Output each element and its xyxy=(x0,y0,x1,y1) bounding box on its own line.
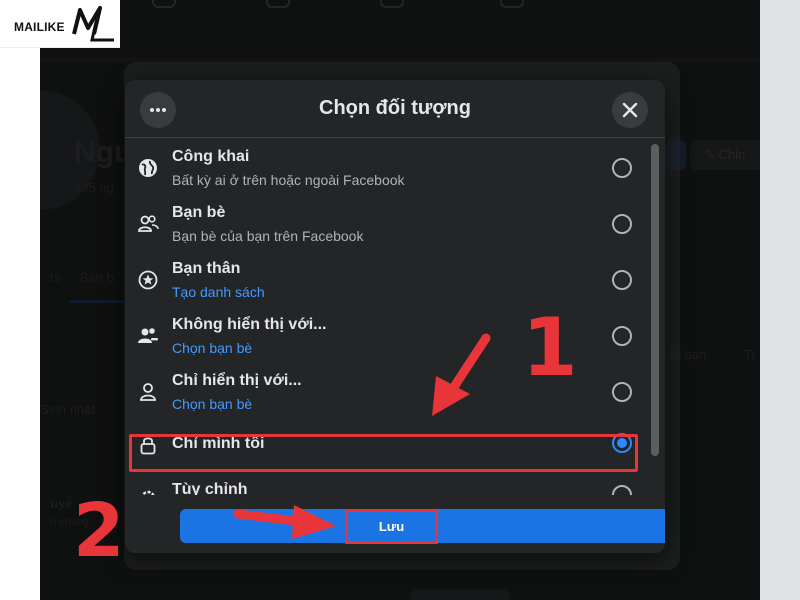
save-button[interactable]: Lưu xyxy=(345,509,438,544)
choose-friends-link[interactable]: Chọn bạn bè xyxy=(172,396,252,412)
option-label: Không hiển thị với... xyxy=(172,316,327,333)
option-label: Bạn thân xyxy=(172,260,241,277)
radio-friends-except[interactable] xyxy=(612,326,632,346)
close-button[interactable] xyxy=(612,92,648,128)
radio-specific-friends[interactable] xyxy=(612,382,632,402)
audience-option-friends[interactable]: Bạn bè Bạn bè của bạn trên Facebook xyxy=(125,195,645,251)
option-description: Bạn bè của bạn trên Facebook xyxy=(172,228,364,244)
right-edge-strip xyxy=(760,0,800,600)
only-me-highlight xyxy=(129,434,638,472)
scrollbar-thumb[interactable] xyxy=(651,144,659,456)
gear-icon xyxy=(137,487,159,495)
globe-icon xyxy=(137,157,159,179)
friends-icon xyxy=(137,213,159,235)
radio-custom[interactable] xyxy=(612,485,632,495)
step-number-1: 1 xyxy=(522,301,578,394)
option-label: Bạn bè xyxy=(172,204,226,221)
option-label: Tùy chỉnh xyxy=(172,481,248,495)
radio-friends[interactable] xyxy=(612,214,632,234)
radio-close-friends[interactable] xyxy=(612,270,632,290)
star-circle-icon xyxy=(137,269,159,291)
audience-option-close-friends[interactable]: Bạn thân Tạo danh sách xyxy=(125,251,645,307)
audience-option-public[interactable]: Công khai Bất kỳ ai ở trên hoặc ngoài Fa… xyxy=(125,139,645,195)
choose-friends-link[interactable]: Chọn bạn bè xyxy=(172,340,252,356)
audience-dialog: Chọn đối tượng Công khai Bất kỳ ai ở trê… xyxy=(125,80,665,553)
create-list-link[interactable]: Tạo danh sách xyxy=(172,284,265,300)
logo-text: MAILIKE xyxy=(14,20,65,34)
option-label: Công khai xyxy=(172,148,250,165)
logo-mark-icon xyxy=(72,6,114,42)
step-number-2: 2 xyxy=(73,488,125,574)
close-icon xyxy=(622,102,638,118)
audience-option-custom[interactable]: Tùy chỉnh xyxy=(125,473,645,495)
radio-public[interactable] xyxy=(612,158,632,178)
dialog-title: Chọn đối tượng xyxy=(319,97,471,119)
dialog-header: Chọn đối tượng xyxy=(125,80,665,138)
friends-minus-icon xyxy=(137,325,159,347)
person-icon xyxy=(137,381,159,403)
option-description: Bất kỳ ai ở trên hoặc ngoài Facebook xyxy=(172,172,405,188)
mailike-logo: MAILIKE xyxy=(0,0,120,48)
option-label: Chỉ hiển thị với... xyxy=(172,372,302,389)
